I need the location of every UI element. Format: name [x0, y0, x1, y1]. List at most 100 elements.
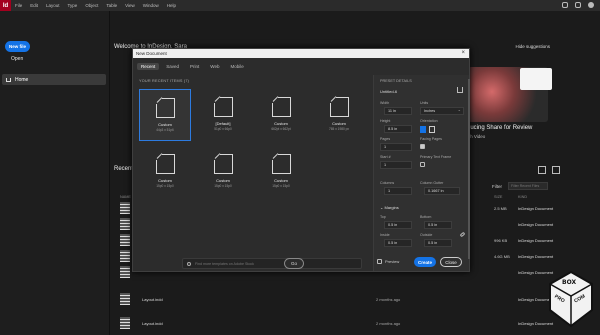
dialog-tabs: Recent Saved Print Web Mobile	[137, 63, 248, 70]
template-search-placeholder: Find more templates on Adobe Stock	[195, 261, 254, 266]
inside-margin-label: Inside	[380, 233, 390, 237]
table-row[interactable]: Layout.indd 2 months ago InDesign Docume…	[120, 317, 590, 331]
col-header-kind[interactable]: KIND	[518, 195, 527, 199]
width-input[interactable]: 11 in	[384, 107, 412, 115]
file-size: 996 KB	[494, 238, 508, 243]
link-margins-icon[interactable]	[459, 231, 466, 238]
landscape-orientation-icon[interactable]	[429, 126, 435, 133]
create-button[interactable]: Create	[414, 257, 436, 267]
save-preset-icon[interactable]	[457, 87, 463, 93]
template-search-input[interactable]: Find more templates on Adobe Stock	[182, 258, 362, 269]
preset-details-panel: PRESET DETAILS Untitled-6 Width 11 in Un…	[373, 75, 469, 271]
preset-card[interactable]: Custom 662pt x 662pt	[255, 89, 307, 141]
open-button[interactable]: Open	[11, 56, 23, 62]
menu-view[interactable]: View	[121, 3, 139, 8]
file-date: 2 months ago	[376, 321, 401, 326]
document-icon	[213, 97, 233, 117]
document-icon	[155, 98, 175, 118]
close-button[interactable]: Close	[440, 257, 462, 267]
menu-help[interactable]: Help	[163, 3, 180, 8]
file-date: 2 months ago	[376, 297, 401, 302]
table-row[interactable]: Layout.indd 2 months ago InDesign Docume…	[120, 293, 590, 307]
primary-text-frame-checkbox[interactable]	[420, 162, 425, 167]
preset-card[interactable]: [Default] 51p0 x 66p0	[197, 89, 249, 141]
preview-toggle[interactable]: Preview	[377, 259, 399, 264]
preset-name: Custom	[158, 178, 172, 183]
preset-name: Custom	[158, 122, 172, 127]
tab-recent[interactable]: Recent	[137, 63, 160, 70]
bottom-margin-label: Bottom	[420, 215, 432, 219]
menu-type[interactable]: Type	[64, 3, 82, 8]
tab-print[interactable]: Print	[186, 63, 203, 70]
preset-card[interactable]: Custom 15p0 x 15p0	[139, 146, 191, 198]
panel-scrollbar[interactable]	[468, 79, 470, 259]
search-icon[interactable]	[562, 2, 568, 8]
document-icon	[155, 154, 175, 174]
height-input[interactable]: 8.5 in	[384, 125, 412, 133]
preset-card[interactable]: Custom 15p0 x 15p0	[197, 146, 249, 198]
file-kind: InDesign Document	[518, 222, 554, 227]
file-thumbnail	[120, 317, 130, 329]
height-label: Height	[380, 119, 391, 123]
preset-name: Custom	[332, 121, 346, 126]
preset-name: Custom	[274, 178, 288, 183]
left-sidebar: New file Open Home	[0, 11, 110, 335]
file-kind: InDesign Document	[518, 238, 554, 243]
preset-details-heading: PRESET DETAILS	[380, 79, 412, 83]
start-input[interactable]: 1	[380, 161, 412, 169]
preview-checkbox[interactable]	[377, 259, 382, 264]
preset-card[interactable]: Custom 765 x 1980 px	[313, 89, 365, 141]
document-name-field[interactable]: Untitled-6	[380, 89, 397, 94]
bell-icon[interactable]	[575, 2, 581, 8]
tab-saved[interactable]: Saved	[162, 63, 183, 70]
col-header-size[interactable]: SIZE	[494, 195, 502, 199]
menu-file[interactable]: File	[11, 3, 26, 8]
new-file-button[interactable]: New file	[5, 41, 30, 52]
facing-pages-label: Facing Pages	[420, 137, 442, 141]
go-button[interactable]: Go	[284, 258, 304, 269]
file-thumbnail	[120, 250, 130, 262]
columns-input[interactable]: 1	[384, 187, 412, 195]
units-select[interactable]: Inches	[420, 107, 464, 115]
close-icon[interactable]: ×	[461, 49, 465, 58]
tab-mobile[interactable]: Mobile	[226, 63, 247, 70]
avatar[interactable]	[588, 2, 594, 8]
preset-card[interactable]: Custom 15p0 x 15p0	[255, 146, 307, 198]
indesign-logo: Id	[0, 0, 11, 11]
preset-detail: 765 x 1980 px	[328, 127, 350, 131]
search-icon	[187, 261, 191, 266]
view-toggle	[538, 166, 560, 174]
bottom-margin-input[interactable]: 0.5 in	[424, 221, 452, 229]
column-gutter-input[interactable]: 0.1667 in	[424, 187, 460, 195]
file-thumbnail	[120, 293, 130, 305]
hide-suggestions-button[interactable]: Hide suggestions	[515, 44, 550, 49]
top-margin-input[interactable]: 0.5 in	[384, 221, 412, 229]
file-thumbnail	[120, 202, 130, 214]
pages-input[interactable]: 1	[380, 143, 412, 151]
menubar: Id File Edit Layout Type Object Table Vi…	[0, 0, 600, 11]
margins-label: Margins	[384, 205, 399, 210]
outside-margin-input[interactable]: 0.5 in	[424, 239, 452, 247]
preset-card[interactable]: Custom 44p3 x 51p6	[139, 89, 191, 141]
menubar-right-icons	[562, 2, 594, 8]
file-size: 2.5 MB	[494, 206, 507, 211]
portrait-orientation-icon[interactable]	[420, 126, 426, 133]
menu-object[interactable]: Object	[81, 3, 102, 8]
margins-section-toggle[interactable]: ⌄ Margins	[380, 205, 399, 210]
width-label: Width	[380, 101, 390, 105]
col-header-name[interactable]: NAME	[120, 195, 131, 199]
tab-web[interactable]: Web	[206, 63, 223, 70]
file-kind: InDesign Document	[518, 206, 554, 211]
grid-view-icon[interactable]	[552, 166, 560, 174]
list-view-icon[interactable]	[538, 166, 546, 174]
menu-table[interactable]: Table	[102, 3, 121, 8]
filter-input[interactable]: Filter Recent Files	[508, 182, 548, 190]
menu-layout[interactable]: Layout	[42, 3, 64, 8]
facing-pages-checkbox[interactable]	[420, 144, 425, 149]
dialog-titlebar: New Document ×	[133, 49, 469, 58]
sidebar-item-home[interactable]: Home	[2, 74, 106, 85]
preview-label: Preview	[385, 259, 400, 264]
inside-margin-input[interactable]: 0.5 in	[384, 239, 412, 247]
menu-window[interactable]: Window	[139, 3, 163, 8]
menu-edit[interactable]: Edit	[26, 3, 42, 8]
